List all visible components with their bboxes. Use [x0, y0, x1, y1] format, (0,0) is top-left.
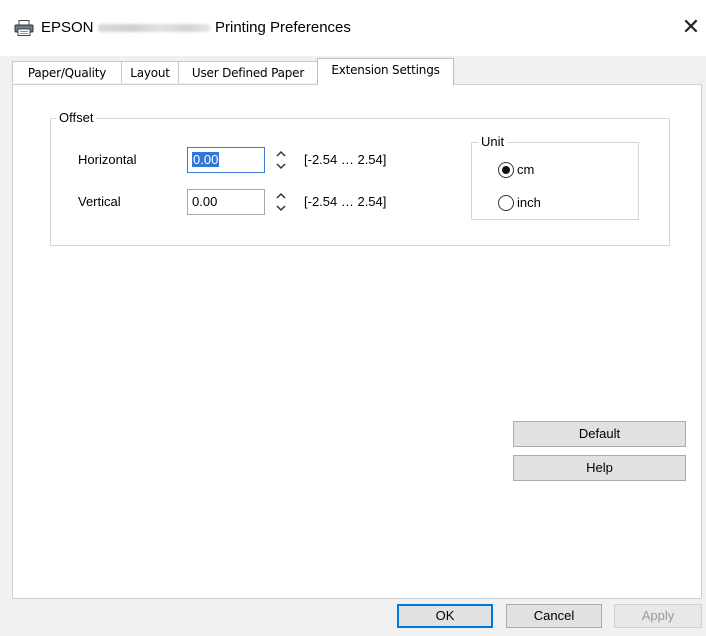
default-button[interactable]: Default: [513, 421, 686, 447]
cancel-button[interactable]: Cancel: [506, 604, 602, 628]
unit-group-label: Unit: [478, 134, 508, 149]
unit-inch-label: inch: [517, 195, 541, 210]
tab-paper-quality[interactable]: Paper/Quality: [12, 61, 122, 83]
tab-user-defined-paper[interactable]: User Defined Paper: [178, 61, 318, 83]
unit-cm-radio[interactable]: [498, 162, 514, 178]
unit-cm-label: cm: [517, 162, 535, 177]
close-button[interactable]: ✕: [680, 14, 702, 40]
apply-button[interactable]: Apply: [614, 604, 702, 628]
printing-preferences-dialog: EPSON Printing Preferences ✕ Paper/Quali…: [0, 0, 706, 636]
horizontal-range-label: [-2.54 … 2.54]: [304, 152, 387, 167]
tab-strip: Paper/Quality Layout User Defined Paper …: [12, 58, 702, 85]
tab-extension-settings[interactable]: Extension Settings: [317, 58, 454, 85]
vertical-offset-spinner[interactable]: [271, 189, 291, 215]
title-bar: EPSON Printing Preferences ✕: [0, 0, 706, 56]
redacted-model-name: [98, 24, 210, 32]
offset-group-label: Offset: [56, 110, 97, 125]
tab-layout[interactable]: Layout: [121, 61, 179, 83]
window-title: Printing Preferences: [215, 19, 351, 36]
horizontal-label: Horizontal: [78, 152, 137, 167]
unit-group: [471, 142, 639, 220]
vertical-label: Vertical: [78, 194, 121, 209]
vertical-offset-input[interactable]: 0.00: [187, 189, 265, 215]
window-title-brand: EPSON: [41, 19, 94, 36]
ok-button[interactable]: OK: [397, 604, 493, 628]
horizontal-offset-input[interactable]: 0.00: [187, 147, 265, 173]
horizontal-offset-spinner[interactable]: [271, 147, 291, 173]
printer-icon: [14, 20, 34, 36]
vertical-range-label: [-2.54 … 2.54]: [304, 194, 387, 209]
extension-settings-panel: Offset Horizontal 0.00 [-2.54 … 2.54] Ve…: [12, 84, 702, 599]
unit-inch-radio[interactable]: [498, 195, 514, 211]
help-button[interactable]: Help: [513, 455, 686, 481]
horizontal-offset-value: 0.00: [192, 152, 220, 167]
